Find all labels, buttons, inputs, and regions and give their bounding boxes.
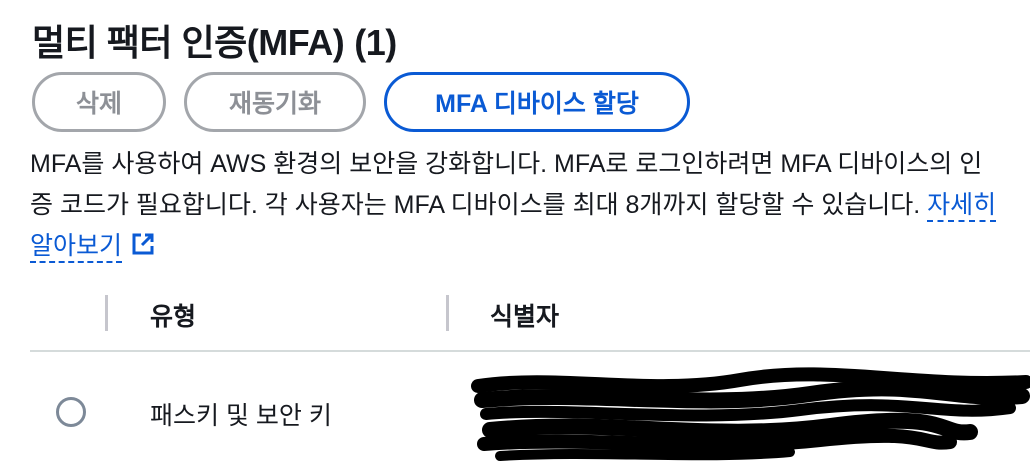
row-select-radio[interactable]	[56, 397, 86, 427]
column-header-type[interactable]: 유형	[150, 297, 196, 333]
external-link-icon[interactable]	[130, 229, 156, 270]
page-title: 멀티 팩터 인증(MFA) (1)	[32, 14, 397, 66]
delete-button[interactable]: 삭제	[32, 72, 166, 132]
table-header-divider	[30, 350, 1030, 352]
mfa-panel: 멀티 팩터 인증(MFA) (1) 삭제 재동기화 MFA 디바이스 할당 MFA…	[0, 0, 1030, 466]
column-divider[interactable]	[105, 295, 108, 331]
cell-device-type: 패스키 및 보안 키	[150, 402, 332, 430]
title-text: 멀티 팩터 인증(MFA)	[32, 22, 345, 63]
redacted-identifier-scribble	[471, 367, 1030, 461]
title-count: (1)	[354, 22, 397, 63]
delete-button-label: 삭제	[75, 90, 122, 118]
column-header-identifier[interactable]: 식별자	[490, 297, 559, 333]
resync-button[interactable]: 재동기화	[184, 72, 366, 132]
resync-button-label: 재동기화	[228, 90, 321, 118]
assign-mfa-device-button-label: MFA 디바이스 할당	[435, 90, 639, 118]
column-divider[interactable]	[446, 295, 449, 331]
description: MFA를 사용하여 AWS 환경의 보안을 강화합니다. MFA로 로그인하려면…	[30, 144, 1000, 270]
description-text: MFA를 사용하여 AWS 환경의 보안을 강화합니다. MFA로 로그인하려면…	[30, 150, 983, 219]
assign-mfa-device-button[interactable]: MFA 디바이스 할당	[384, 72, 690, 132]
